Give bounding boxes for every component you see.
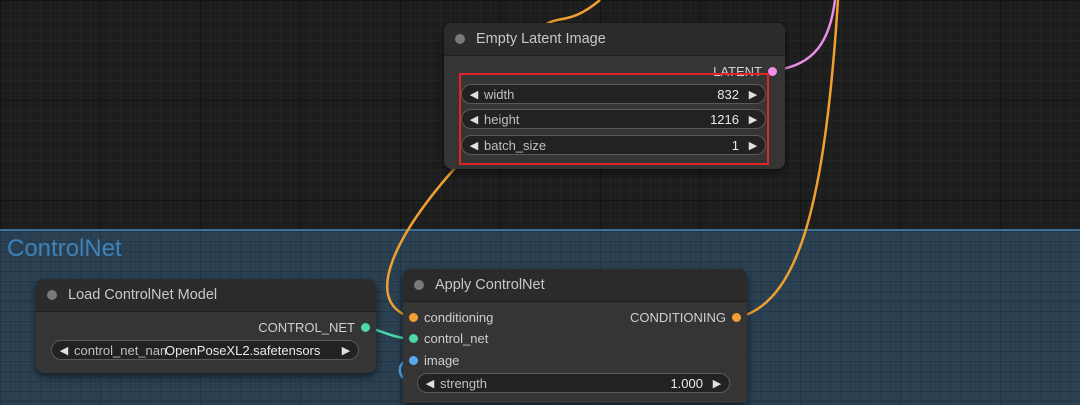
image-input-dot-icon[interactable] xyxy=(409,356,418,365)
input-label: conditioning xyxy=(424,310,494,325)
link-orange-top xyxy=(544,0,601,27)
node-title-bar[interactable]: Empty Latent Image xyxy=(444,23,785,56)
node-title: Apply ControlNet xyxy=(435,277,545,293)
conditioning-input-dot-icon[interactable] xyxy=(409,313,418,322)
collapse-dot-icon[interactable] xyxy=(414,280,424,290)
node-title-bar[interactable]: Load ControlNet Model xyxy=(36,279,376,312)
strength-widget[interactable]: ◀ strength 1.000 ▶ xyxy=(417,373,730,393)
node-apply-controlnet[interactable]: Apply ControlNet conditioning control_ne… xyxy=(403,269,747,403)
input-label: image xyxy=(424,353,460,368)
input-label: control_net xyxy=(424,331,489,346)
decrement-arrow-icon[interactable]: ◀ xyxy=(58,344,70,357)
control-net-output-dot-icon[interactable] xyxy=(361,323,370,332)
node-title: Load ControlNet Model xyxy=(68,287,218,303)
output-conditioning[interactable]: CONDITIONING xyxy=(630,310,741,325)
widget-label: strength xyxy=(440,375,487,391)
increment-arrow-icon[interactable]: ▶ xyxy=(340,344,352,357)
widget-value: 1.000 xyxy=(670,375,703,391)
input-control-net[interactable]: control_net xyxy=(409,331,488,346)
control-net-input-dot-icon[interactable] xyxy=(409,334,418,343)
widget-value: OpenPoseXL2.safetensors xyxy=(165,342,321,358)
node-title-bar[interactable]: Apply ControlNet xyxy=(403,269,747,302)
node-title: Empty Latent Image xyxy=(476,31,606,47)
group-title: ControlNet xyxy=(7,235,122,262)
collapse-dot-icon[interactable] xyxy=(47,290,57,300)
control-net-name-widget[interactable]: ◀ control_net_nam OpenPoseXL2.safetensor… xyxy=(51,340,359,360)
conditioning-output-dot-icon[interactable] xyxy=(732,313,741,322)
latent-output-dot-icon[interactable] xyxy=(768,67,777,76)
decrement-arrow-icon[interactable]: ◀ xyxy=(424,377,436,390)
widget-label: control_net_nam xyxy=(74,342,166,358)
output-control-net[interactable]: CONTROL_NET xyxy=(258,320,370,335)
output-conditioning-label: CONDITIONING xyxy=(629,310,726,325)
input-image[interactable]: image xyxy=(409,353,459,368)
highlight-box xyxy=(459,73,769,165)
node-load-controlnet-model[interactable]: Load ControlNet Model CONTROL_NET ◀ cont… xyxy=(36,279,376,373)
output-control-net-label: CONTROL_NET xyxy=(258,320,355,335)
increment-arrow-icon[interactable]: ▶ xyxy=(711,377,723,390)
input-conditioning[interactable]: conditioning xyxy=(409,310,493,325)
collapse-dot-icon[interactable] xyxy=(455,34,465,44)
